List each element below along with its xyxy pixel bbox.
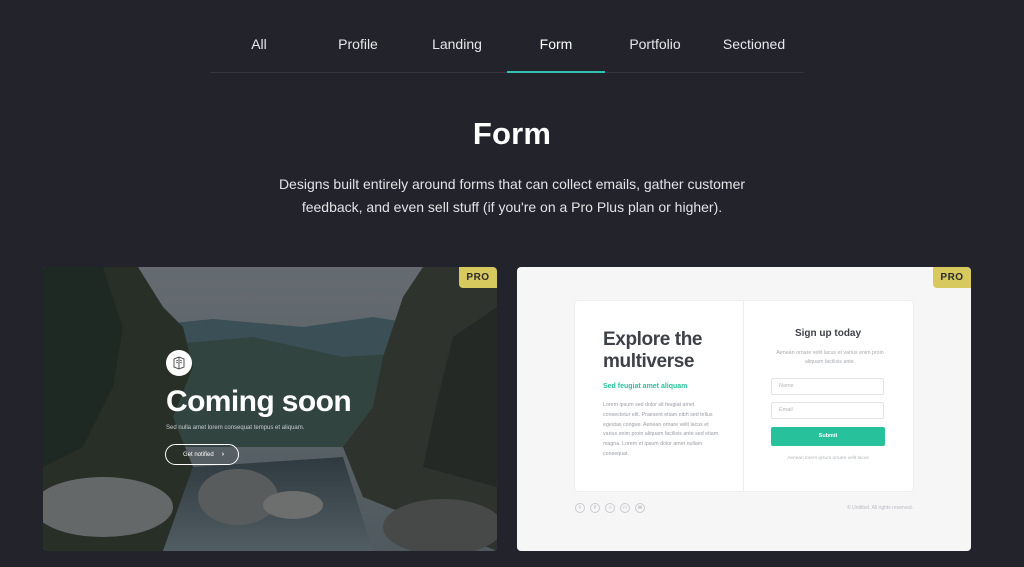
logo-icon [166, 350, 192, 376]
tab-landing[interactable]: Landing [408, 0, 506, 72]
copyright-text: © Untitled. All rights reserved. [847, 505, 913, 511]
preview-heading: Explore the multiverse [603, 329, 703, 372]
signup-text: Aenean ornare velit lacus et varius enim… [776, 350, 884, 365]
get-notified-label: Get notified [183, 451, 214, 458]
template-card-explore-multiverse[interactable]: Explore the multiverse Sed feugiat amet … [517, 267, 971, 551]
name-field[interactable]: Name [771, 378, 884, 395]
submit-button[interactable]: Submit [771, 427, 885, 446]
preview-body: Lorem ipsum sed dolor sit feugiat amet c… [603, 402, 719, 457]
twitter-icon[interactable]: t [575, 503, 585, 513]
pro-badge: PRO [459, 267, 497, 288]
github-icon[interactable]: ○ [605, 503, 615, 513]
email-field[interactable]: Email [771, 402, 884, 419]
page-title: Form [472, 116, 552, 151]
chevron-right-icon: › [221, 451, 225, 458]
form-preview: Explore the multiverse Sed feugiat amet … [575, 301, 913, 491]
coming-soon-subtitle: Sed nulla amet lorem consequat tempus et… [166, 425, 305, 431]
facebook-icon[interactable]: f [590, 503, 600, 513]
signup-title: Sign up today [794, 328, 862, 339]
terms-text: Aenean lorem ipsum ornare velit lacus [787, 456, 869, 461]
social-links: t f ○ □ ✉ [575, 503, 645, 513]
category-tabs: All Profile Landing Form Portfolio Secti… [210, 0, 804, 73]
tab-portfolio[interactable]: Portfolio [606, 0, 704, 72]
email-icon[interactable]: ✉ [635, 503, 645, 513]
instagram-icon[interactable]: □ [620, 503, 630, 513]
template-card-coming-soon[interactable]: Coming soon Sed nulla amet lorem consequ… [43, 267, 497, 551]
page-description: Designs built entirely around forms that… [278, 176, 746, 215]
tab-all[interactable]: All [210, 0, 308, 72]
coming-soon-title: Coming soon [166, 385, 352, 418]
tab-form[interactable]: Form [507, 0, 605, 73]
tab-sectioned[interactable]: Sectioned [705, 0, 803, 72]
pro-badge: PRO [933, 267, 971, 288]
tab-profile[interactable]: Profile [309, 0, 407, 72]
get-notified-button[interactable]: Get notified › [165, 444, 239, 465]
preview-tagline: Sed feugiat amet aliquam [603, 383, 688, 390]
